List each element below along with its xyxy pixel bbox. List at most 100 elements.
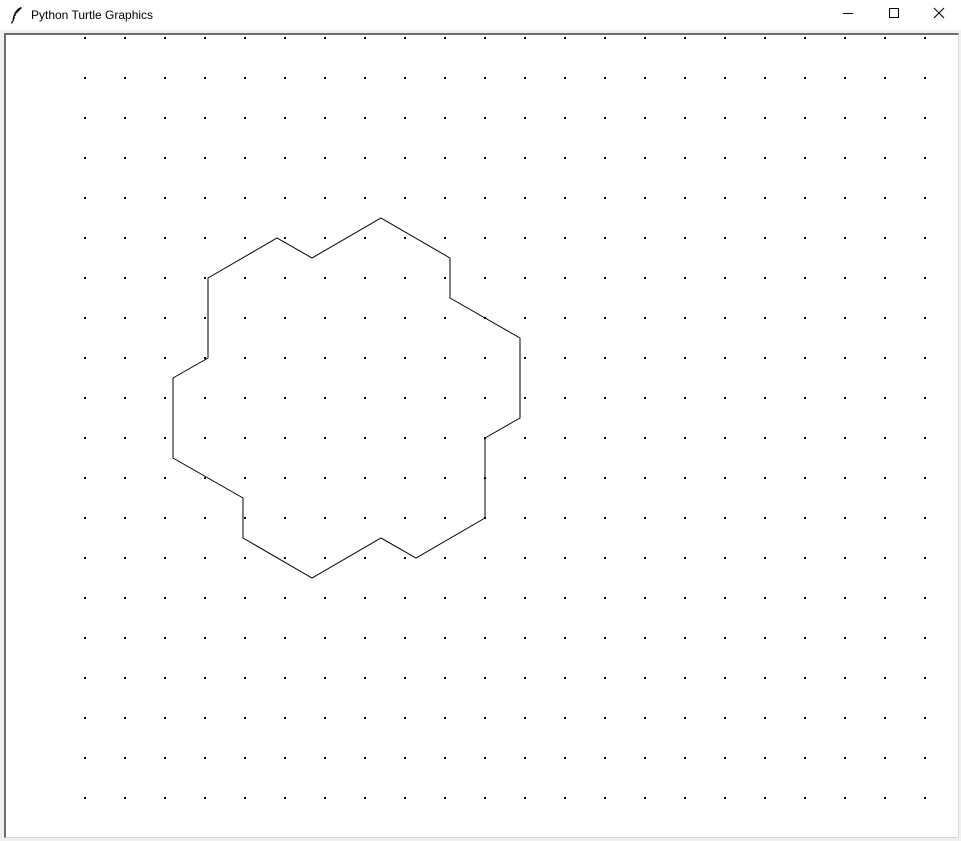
grid-dot <box>924 357 926 359</box>
grid-dot <box>404 717 406 719</box>
turtle-canvas[interactable] <box>4 33 959 838</box>
grid-dot <box>684 757 686 759</box>
grid-dot <box>724 37 726 39</box>
grid-dot <box>244 597 246 599</box>
grid-dot <box>164 397 166 399</box>
title-bar[interactable]: Python Turtle Graphics <box>0 0 961 30</box>
grid-dot <box>244 77 246 79</box>
grid-dot <box>924 157 926 159</box>
grid-dot <box>604 37 606 39</box>
grid-dot <box>204 717 206 719</box>
grid-dot <box>124 277 126 279</box>
grid-dot <box>124 797 126 799</box>
grid-dot <box>524 517 526 519</box>
grid-dot <box>284 277 286 279</box>
grid-dot <box>604 797 606 799</box>
grid-dot <box>404 517 406 519</box>
grid-dot <box>724 717 726 719</box>
grid-dot <box>644 37 646 39</box>
grid-dot <box>84 517 86 519</box>
grid-dot <box>844 557 846 559</box>
grid-dot <box>844 37 846 39</box>
grid-dot <box>404 797 406 799</box>
grid-dot <box>724 317 726 319</box>
grid-dot <box>644 637 646 639</box>
grid-dot <box>684 317 686 319</box>
grid-dot <box>924 397 926 399</box>
hexagonal-outline <box>172 217 521 579</box>
grid-dot <box>244 197 246 199</box>
grid-dot <box>484 797 486 799</box>
minimize-icon <box>842 6 854 24</box>
grid-dot <box>884 517 886 519</box>
grid-dot <box>764 477 766 479</box>
grid-dot <box>84 637 86 639</box>
grid-dot <box>244 157 246 159</box>
grid-dot <box>244 237 246 239</box>
grid-dot <box>564 517 566 519</box>
grid-dot <box>684 597 686 599</box>
grid-dot <box>84 77 86 79</box>
grid-dot <box>124 157 126 159</box>
grid-dot <box>444 157 446 159</box>
grid-dot <box>924 557 926 559</box>
grid-dot <box>404 757 406 759</box>
grid-dot <box>644 597 646 599</box>
grid-dot <box>724 557 726 559</box>
grid-dot <box>804 357 806 359</box>
grid-dot <box>244 437 246 439</box>
grid-dot <box>84 677 86 679</box>
grid-dot <box>324 397 326 399</box>
grid-dot <box>404 557 406 559</box>
grid-dot <box>84 37 86 39</box>
maximize-button[interactable] <box>871 0 917 30</box>
grid-dot <box>644 397 646 399</box>
grid-dot <box>724 397 726 399</box>
grid-dot <box>564 477 566 479</box>
grid-dot <box>724 797 726 799</box>
grid-dot <box>204 477 206 479</box>
grid-dot <box>844 197 846 199</box>
grid-dot <box>444 357 446 359</box>
grid-dot <box>404 437 406 439</box>
grid-dot <box>764 437 766 439</box>
grid-dot <box>364 357 366 359</box>
close-button[interactable] <box>916 0 961 30</box>
grid-dot <box>764 357 766 359</box>
grid-dot <box>284 797 286 799</box>
grid-dot <box>404 477 406 479</box>
grid-dot <box>364 197 366 199</box>
dot-grid <box>84 37 926 799</box>
grid-dot <box>164 317 166 319</box>
grid-dot <box>364 237 366 239</box>
grid-dot <box>884 757 886 759</box>
grid-dot <box>444 597 446 599</box>
grid-dot <box>244 397 246 399</box>
grid-dot <box>564 717 566 719</box>
grid-dot <box>364 77 366 79</box>
grid-dot <box>124 357 126 359</box>
grid-dot <box>204 37 206 39</box>
grid-dot <box>684 637 686 639</box>
grid-dot <box>764 797 766 799</box>
grid-dot <box>644 317 646 319</box>
grid-dot <box>884 597 886 599</box>
grid-dot <box>204 197 206 199</box>
grid-dot <box>284 37 286 39</box>
grid-dot <box>404 37 406 39</box>
grid-dot <box>444 677 446 679</box>
grid-dot <box>924 237 926 239</box>
grid-dot <box>204 117 206 119</box>
grid-dot <box>204 677 206 679</box>
grid-dot <box>444 477 446 479</box>
grid-dot <box>844 477 846 479</box>
grid-dot <box>164 237 166 239</box>
grid-dot <box>764 677 766 679</box>
grid-dot <box>484 357 486 359</box>
grid-dot <box>524 557 526 559</box>
grid-dot <box>124 237 126 239</box>
minimize-button[interactable] <box>825 0 871 30</box>
grid-dot <box>604 77 606 79</box>
grid-dot <box>764 557 766 559</box>
grid-dot <box>684 237 686 239</box>
